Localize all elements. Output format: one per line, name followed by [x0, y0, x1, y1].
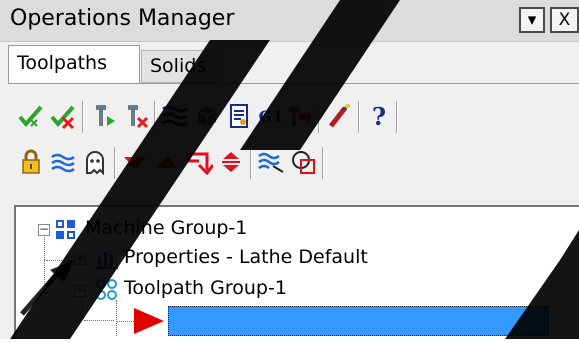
- insert-arrow-icon[interactable]: [184, 147, 214, 177]
- lock-icon[interactable]: [16, 147, 46, 177]
- lock-toolpath-icon[interactable]: [324, 101, 354, 131]
- close-button[interactable]: X: [550, 7, 579, 33]
- minus-icon: −: [75, 283, 86, 297]
- backplot-icon[interactable]: [160, 101, 190, 131]
- machine-group-label[interactable]: Machine Group-1: [85, 217, 247, 239]
- tab-divider: [8, 83, 579, 84]
- verify-icon[interactable]: [192, 101, 222, 131]
- window-title: Operations Manager: [10, 6, 235, 31]
- post-g1-icon[interactable]: G1: [256, 101, 286, 131]
- regenerate-icon[interactable]: [88, 101, 118, 131]
- dropdown-button[interactable]: ▾: [519, 7, 545, 33]
- expand-collapse-icon[interactable]: [216, 147, 246, 177]
- toolbar-separator: [322, 147, 324, 179]
- plus-icon: +: [75, 251, 86, 265]
- insert-arrow-marker-icon[interactable]: [130, 306, 166, 336]
- operations-manager-panel: Operations Manager ▾ X Toolpaths Solids: [0, 0, 579, 339]
- pointer-arrow-icon: [16, 258, 76, 318]
- selected-operation-row[interactable]: [168, 306, 549, 336]
- high-speed-icon[interactable]: [284, 101, 314, 131]
- regenerate-dirty-icon[interactable]: [120, 101, 150, 131]
- machine-group-icon: [55, 219, 77, 241]
- ghost-icon[interactable]: [80, 147, 110, 177]
- title-bar: Operations Manager ▾ X: [0, 0, 579, 42]
- toolbar-separator: [154, 101, 156, 133]
- tree-line: [116, 300, 117, 336]
- toolbar-separator: [82, 101, 84, 133]
- chevron-down-icon: ▾: [527, 10, 537, 30]
- minus-icon: −: [39, 222, 50, 236]
- move-down-icon[interactable]: [120, 147, 150, 177]
- properties-icon: [96, 249, 118, 269]
- help-glyph: ?: [371, 101, 387, 131]
- tab-solids[interactable]: Solids: [141, 50, 219, 83]
- toolbar-separator: [114, 147, 116, 179]
- toggle-display-icon[interactable]: [48, 147, 78, 177]
- tab-toolpaths[interactable]: Toolpaths: [8, 45, 140, 83]
- delete-group-icon[interactable]: [288, 147, 318, 177]
- toolpath-display-icon[interactable]: [256, 147, 286, 177]
- toolbar-separator: [396, 101, 398, 133]
- toolpath-group-icon: [96, 279, 118, 301]
- toolbar-separator: [250, 147, 252, 179]
- help-icon[interactable]: ?: [364, 101, 394, 131]
- toolbar-separator: [358, 101, 360, 133]
- simulate-icon[interactable]: [224, 101, 254, 131]
- select-all-operations-icon[interactable]: [16, 101, 46, 131]
- toolbar-separator: [318, 101, 320, 133]
- tree-line: [44, 232, 45, 260]
- g1-text: G1: [258, 106, 284, 126]
- select-all-dirty-operations-icon[interactable]: [48, 101, 78, 131]
- properties-label[interactable]: Properties - Lathe Default: [124, 246, 368, 268]
- move-up-icon[interactable]: [152, 147, 182, 177]
- toolpath-group-label[interactable]: Toolpath Group-1: [124, 277, 287, 299]
- close-icon: X: [558, 10, 571, 30]
- collapse-toggle[interactable]: −: [38, 222, 50, 236]
- tree-line: [84, 320, 114, 321]
- tree-line: [82, 300, 83, 320]
